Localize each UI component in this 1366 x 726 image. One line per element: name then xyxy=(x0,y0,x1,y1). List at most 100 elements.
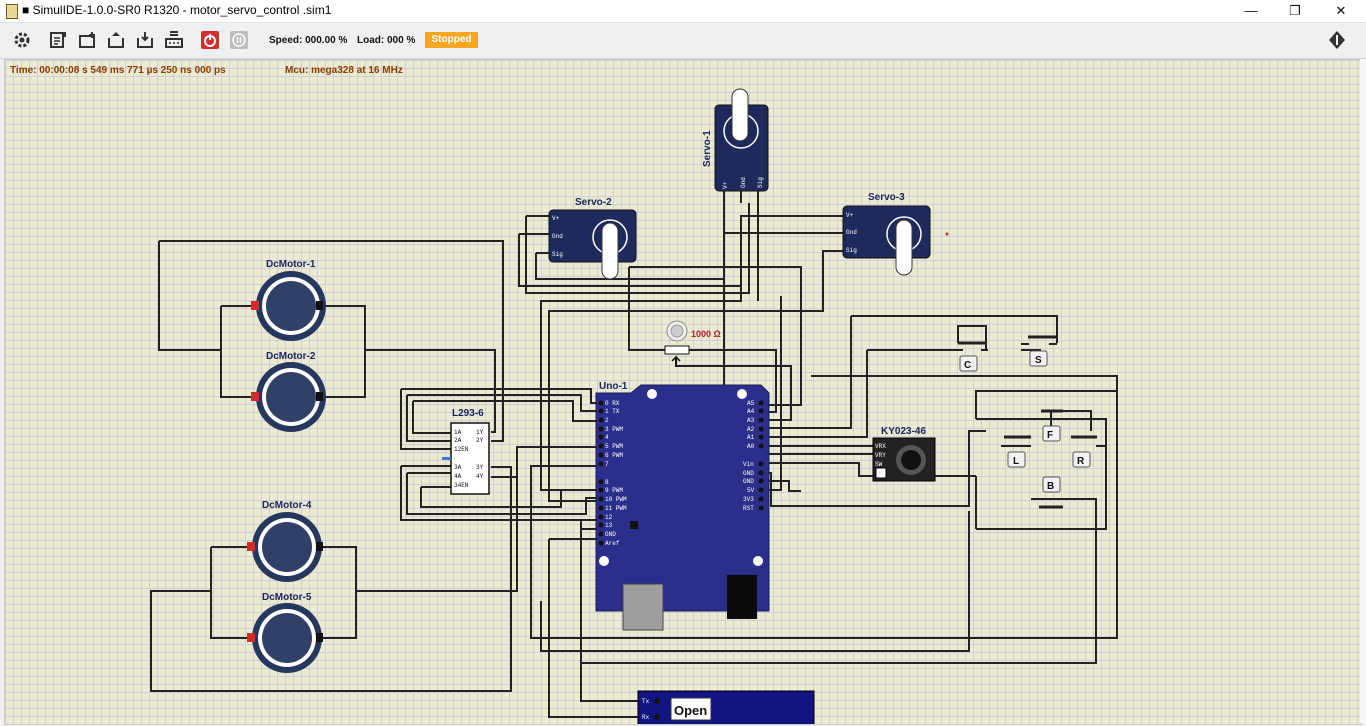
arduino-uno[interactable]: Uno-1 0 RX 1 TX 2 3 PWM 4 5 PWM 6 PWM 7 … xyxy=(595,381,770,631)
svg-text:9 PWM: 9 PWM xyxy=(605,487,623,494)
potentiometer[interactable]: 1000 Ω xyxy=(664,320,721,366)
minimize-button[interactable]: — xyxy=(1228,0,1274,22)
pause-icon[interactable] xyxy=(228,29,250,51)
servo-2[interactable]: V+ Gnd Sig Servo-2 xyxy=(548,197,637,280)
svg-text:13: 13 xyxy=(605,522,613,529)
svg-text:3 PWM: 3 PWM xyxy=(605,426,623,433)
svg-text:V+: V+ xyxy=(552,215,560,222)
save-as-icon[interactable] xyxy=(134,29,156,51)
servo-3-label: Servo-3 xyxy=(868,192,905,203)
svg-text:Sig: Sig xyxy=(552,251,563,258)
status-badge: Stopped xyxy=(425,32,478,48)
svg-text:GND: GND xyxy=(743,470,754,477)
svg-text:4Y: 4Y xyxy=(476,473,484,480)
info-diamond-icon[interactable] xyxy=(1326,29,1348,51)
open-circuit-icon[interactable] xyxy=(77,29,99,51)
svg-text:6 PWM: 6 PWM xyxy=(605,452,623,459)
l293-driver[interactable]: L293-6 1A 2A 12EN 3A 4A 34EN 1Y 2Y 3Y 4Y xyxy=(442,408,490,495)
resistor-value: 1000 Ω xyxy=(691,329,721,339)
dcmotor-1-label: DcMotor-1 xyxy=(266,259,316,270)
svg-text:1A: 1A xyxy=(454,429,462,436)
joystick-ky023[interactable]: VRX VRY SW KY023-46 xyxy=(872,426,936,482)
svg-text:A3: A3 xyxy=(747,417,755,424)
button-r[interactable]: R xyxy=(1071,435,1097,468)
svg-text:L: L xyxy=(1013,456,1019,467)
svg-text:C: C xyxy=(964,360,971,371)
dcmotor-5[interactable]: DcMotor-5 xyxy=(247,592,323,673)
dcmotor-2[interactable]: DcMotor-2 xyxy=(251,351,326,432)
svg-text:10 PWM: 10 PWM xyxy=(605,496,627,503)
svg-text:RST: RST xyxy=(743,505,754,512)
button-l[interactable]: L xyxy=(1004,435,1031,468)
svg-text:12EN: 12EN xyxy=(454,446,469,453)
settings-icon[interactable] xyxy=(11,29,33,51)
dcmotor-4-label: DcMotor-4 xyxy=(262,500,312,511)
svg-text:A1: A1 xyxy=(747,434,755,441)
svg-text:SW: SW xyxy=(875,461,883,468)
svg-text:V+: V+ xyxy=(722,181,729,189)
svg-text:4: 4 xyxy=(605,434,609,441)
close-button[interactable]: ✕ xyxy=(1318,0,1364,22)
svg-text:7: 7 xyxy=(605,461,609,468)
svg-text:V+: V+ xyxy=(846,212,854,219)
svg-text:5 PWM: 5 PWM xyxy=(605,443,623,450)
l293-label: L293-6 xyxy=(452,408,484,419)
schematic: V+ Gnd Sig Servo-1 V+ Gnd Sig Servo-2 V+… xyxy=(150,88,1118,724)
svg-text:Gnd: Gnd xyxy=(552,233,563,240)
svg-text:A0: A0 xyxy=(747,443,755,450)
svg-text:1 TX: 1 TX xyxy=(605,408,620,415)
export-icon[interactable] xyxy=(163,29,185,51)
speed-readout: Speed: 000.00 % xyxy=(269,35,348,46)
svg-text:S: S xyxy=(1035,355,1042,366)
servo-1[interactable]: V+ Gnd Sig Servo-1 xyxy=(702,88,769,192)
svg-text:2: 2 xyxy=(605,417,609,424)
servo-1-label: Servo-1 xyxy=(702,130,713,167)
svg-text:VRX: VRX xyxy=(875,443,886,450)
svg-text:Gnd: Gnd xyxy=(740,177,747,188)
uno-label: Uno-1 xyxy=(599,381,628,392)
dcmotor-2-label: DcMotor-2 xyxy=(266,351,316,362)
maximize-button[interactable]: ❐ xyxy=(1272,0,1318,22)
svg-text:2Y: 2Y xyxy=(476,437,484,444)
app-icon xyxy=(6,4,18,19)
button-c[interactable]: C xyxy=(956,341,988,372)
svg-text:3A: 3A xyxy=(454,464,462,471)
svg-text:12: 12 xyxy=(605,514,613,521)
svg-text:Tx: Tx xyxy=(642,698,650,705)
power-icon[interactable] xyxy=(199,29,221,51)
svg-text:Sig: Sig xyxy=(846,247,857,254)
save-circuit-icon[interactable] xyxy=(105,29,127,51)
svg-text:34EN: 34EN xyxy=(454,482,469,489)
servo-2-label: Servo-2 xyxy=(575,197,612,208)
svg-text:Aref: Aref xyxy=(605,540,620,547)
svg-text:11 PWM: 11 PWM xyxy=(605,505,627,512)
dcmotor-4[interactable]: DcMotor-4 xyxy=(247,500,323,582)
svg-text:5V: 5V xyxy=(747,487,755,494)
button-s[interactable]: S xyxy=(1021,335,1057,367)
serial-open-label: Open xyxy=(674,703,707,718)
dcmotor-1[interactable]: DcMotor-1 xyxy=(251,259,326,341)
svg-text:3Y: 3Y xyxy=(476,464,484,471)
joystick-label: KY023-46 xyxy=(881,426,926,437)
svg-text:GND: GND xyxy=(605,531,616,538)
vertical-scrollbar[interactable] xyxy=(1360,59,1366,723)
svg-text:1Y: 1Y xyxy=(476,429,484,436)
svg-text:A5: A5 xyxy=(747,400,755,407)
svg-text:GND: GND xyxy=(743,478,754,485)
svg-text:4A: 4A xyxy=(454,473,462,480)
dcmotor-5-label: DcMotor-5 xyxy=(262,592,312,603)
title-bar: ■ SimulIDE-1.0.0-SR0 R1320 - motor_servo… xyxy=(0,0,1366,23)
svg-text:Rx: Rx xyxy=(642,714,650,721)
svg-text:A2: A2 xyxy=(747,426,755,433)
svg-text:2A: 2A xyxy=(454,437,462,444)
window-title: ■ SimulIDE-1.0.0-SR0 R1320 - motor_servo… xyxy=(22,3,332,17)
svg-text:F: F xyxy=(1047,430,1053,441)
svg-text:Vin: Vin xyxy=(743,461,754,468)
svg-text:B: B xyxy=(1047,481,1054,492)
new-circuit-icon[interactable] xyxy=(47,29,69,51)
serial-port[interactable]: Tx Rx Open xyxy=(637,690,815,724)
svg-text:Sig: Sig xyxy=(757,177,764,188)
button-b[interactable]: B xyxy=(1037,476,1071,509)
circuit-canvas[interactable]: Time: 00:00:08 s 549 ms 771 µs 250 ns 00… xyxy=(4,59,1362,725)
servo-3[interactable]: V+ Gnd Sig Servo-3 xyxy=(842,192,949,276)
